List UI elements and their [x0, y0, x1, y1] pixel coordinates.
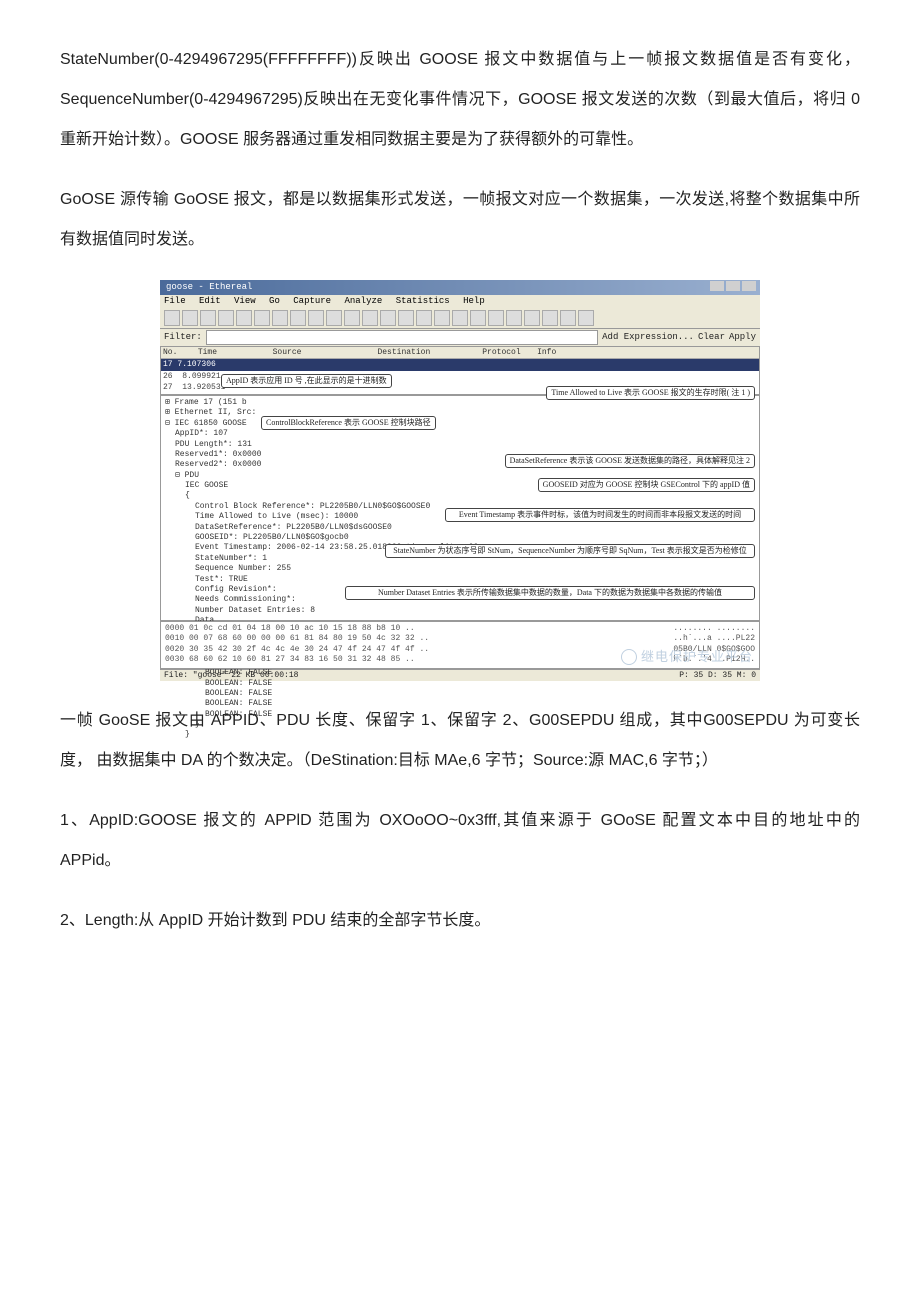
- toolbar-button[interactable]: [326, 310, 342, 326]
- window-title: goose - Ethereal: [166, 282, 252, 292]
- detail-ethernet: Ethernet II, Src:: [175, 408, 257, 417]
- callout-gooseid: GOOSEID 对应为 GOOSE 控制块 GSEControl 下的 appI…: [538, 478, 755, 492]
- hex-row: 0030 68 60 62 10 60 81 27 34 83 16 50 31…: [165, 655, 415, 665]
- paragraph-2: GoOSE 源传输 GoOSE 报文，都是以数据集形式发送，一帧报文对应一个数据…: [60, 180, 860, 260]
- toolbar-button[interactable]: [398, 310, 414, 326]
- detail-bool: BOOLEAN: FALSE: [205, 689, 755, 699]
- packet-list-header: No. Time Source Destination Protocol Inf…: [161, 347, 759, 360]
- menu-file[interactable]: File: [164, 296, 186, 306]
- detail-frame: Frame 17 (151 b: [175, 398, 247, 407]
- detail-bool: BOOLEAN: FALSE: [205, 699, 755, 709]
- menu-bar: File Edit View Go Capture Analyze Statis…: [160, 295, 760, 308]
- toolbar-button[interactable]: [344, 310, 360, 326]
- close-icon[interactable]: [742, 281, 756, 291]
- toolbar-button[interactable]: [434, 310, 450, 326]
- detail-bool: BOOLEAN: FALSE: [205, 668, 755, 678]
- filter-apply[interactable]: Apply: [729, 332, 756, 343]
- toolbar-button[interactable]: [182, 310, 198, 326]
- detail-bool: BOOLEAN: FALSE: [205, 679, 755, 689]
- tool-bar: [160, 308, 760, 329]
- minimize-icon[interactable]: [710, 281, 724, 291]
- detail-goid: GOOSEID*: PL2205B0/LLN0$GO$gocb0: [195, 533, 755, 543]
- toolbar-button[interactable]: [560, 310, 576, 326]
- detail-appid: AppID*: 107: [175, 429, 755, 439]
- toolbar-button[interactable]: [254, 310, 270, 326]
- detail-dsref: DataSetReference*: PL2205B0/LLN0$dsGOOSE…: [195, 523, 755, 533]
- menu-help[interactable]: Help: [463, 296, 485, 306]
- detail-sqnum: Sequence Number: 255: [195, 564, 755, 574]
- toolbar-button[interactable]: [452, 310, 468, 326]
- col-no: No.: [163, 348, 193, 358]
- paragraph-4: 1、AppID:GOOSE 报文的 APPlD 范围为 OXOoOO~0x3ff…: [60, 801, 860, 881]
- filter-clear[interactable]: Clear: [698, 332, 725, 343]
- menu-statistics[interactable]: Statistics: [396, 296, 450, 306]
- toolbar-button[interactable]: [290, 310, 306, 326]
- callout-stnum: StateNumber 为状态序号即 StNum，SequenceNumber …: [385, 544, 755, 558]
- detail-bool: BOOLEAN: FALSE: [205, 710, 755, 720]
- col-time: Time: [198, 348, 268, 358]
- menu-analyze[interactable]: Analyze: [344, 296, 382, 306]
- menu-view[interactable]: View: [234, 296, 256, 306]
- toolbar-button[interactable]: [416, 310, 432, 326]
- hex-row: 0000 01 0c cd 01 04 18 00 10 ac 10 15 18…: [165, 624, 415, 634]
- menu-capture[interactable]: Capture: [293, 296, 331, 306]
- detail-pdu: PDU: [185, 471, 199, 480]
- toolbar-button[interactable]: [200, 310, 216, 326]
- toolbar-button[interactable]: [218, 310, 234, 326]
- toolbar-button[interactable]: [236, 310, 252, 326]
- col-source: Source: [273, 348, 373, 358]
- toolbar-button[interactable]: [506, 310, 522, 326]
- hex-row: 0020 30 35 42 30 2f 4c 4c 4e 30 24 47 4f…: [165, 645, 429, 655]
- detail-numds: Number Dataset Entries: 8: [195, 606, 755, 616]
- callout-cbref: ControlBlockReference 表示 GOOSE 控制块路径: [261, 416, 436, 430]
- toolbar-button[interactable]: [272, 310, 288, 326]
- toolbar-button[interactable]: [164, 310, 180, 326]
- toolbar-button[interactable]: [488, 310, 504, 326]
- callout-tal: Time Allowed to Live 表示 GOOSE 报文的生存时限( 注…: [546, 386, 755, 400]
- hex-ascii: h`b.`.'4 ..P12H..: [673, 655, 755, 665]
- maximize-icon[interactable]: [726, 281, 740, 291]
- packet-details[interactable]: ⊞ Frame 17 (151 b ⊞ Ethernet II, Src: ⊟ …: [160, 395, 760, 621]
- window-buttons: [710, 281, 756, 291]
- toolbar-button[interactable]: [308, 310, 324, 326]
- col-destination: Destination: [377, 348, 477, 358]
- filter-label: Filter:: [164, 332, 202, 343]
- col-info: Info: [537, 348, 556, 358]
- screenshot-figure: goose - Ethereal File Edit View Go Captu…: [160, 280, 760, 681]
- callout-timestamp: Event Timestamp 表示事件时标，该值为时间发生的时间而非本段报文发…: [445, 508, 755, 522]
- filter-input[interactable]: [206, 330, 598, 345]
- paragraph-5: 2、Length:从 AppID 开始计数到 PDU 结束的全部字节长度。: [60, 901, 860, 941]
- toolbar-button[interactable]: [578, 310, 594, 326]
- callout-appid: AppID 表示应用 ID 号 ,在此显示的是十进制数: [221, 374, 392, 388]
- hex-ascii: ..h`...a ....PL22: [673, 634, 755, 644]
- hex-row: 0010 00 07 68 60 00 00 00 61 81 84 80 19…: [165, 634, 429, 644]
- detail-pdulen: PDU Length*: 131: [175, 440, 755, 450]
- callout-numds: Number Dataset Entries 表示所传输数据集中数据的数量，Da…: [345, 586, 755, 600]
- callout-dsref: DataSetReference 表示该 GOOSE 发送数据集的路径，具体解释…: [505, 454, 755, 468]
- menu-edit[interactable]: Edit: [199, 296, 221, 306]
- col-protocol: Protocol: [482, 348, 532, 358]
- toolbar-button[interactable]: [380, 310, 396, 326]
- hex-ascii: 05B0/LLN 0$GO$GOO: [673, 645, 755, 655]
- detail-test: Test*: TRUE: [195, 575, 755, 585]
- toolbar-button[interactable]: [470, 310, 486, 326]
- filter-addexpr[interactable]: Add Expression...: [602, 332, 694, 343]
- toolbar-button[interactable]: [542, 310, 558, 326]
- window-titlebar: goose - Ethereal: [160, 280, 760, 295]
- filter-bar: Filter: Add Expression... Clear Apply: [160, 329, 760, 346]
- menu-go[interactable]: Go: [269, 296, 280, 306]
- paragraph-1: StateNumber(0-4294967295(FFFFFFFF))反映出 G…: [60, 40, 860, 160]
- hex-ascii: ........ ........: [673, 624, 755, 634]
- toolbar-button[interactable]: [362, 310, 378, 326]
- hex-pane[interactable]: 0000 01 0c cd 01 04 18 00 10 ac 10 15 18…: [160, 621, 760, 669]
- detail-iec: IEC 61850 GOOSE: [175, 419, 247, 428]
- toolbar-button[interactable]: [524, 310, 540, 326]
- packet-row-selected[interactable]: 17 7.107306: [161, 359, 759, 371]
